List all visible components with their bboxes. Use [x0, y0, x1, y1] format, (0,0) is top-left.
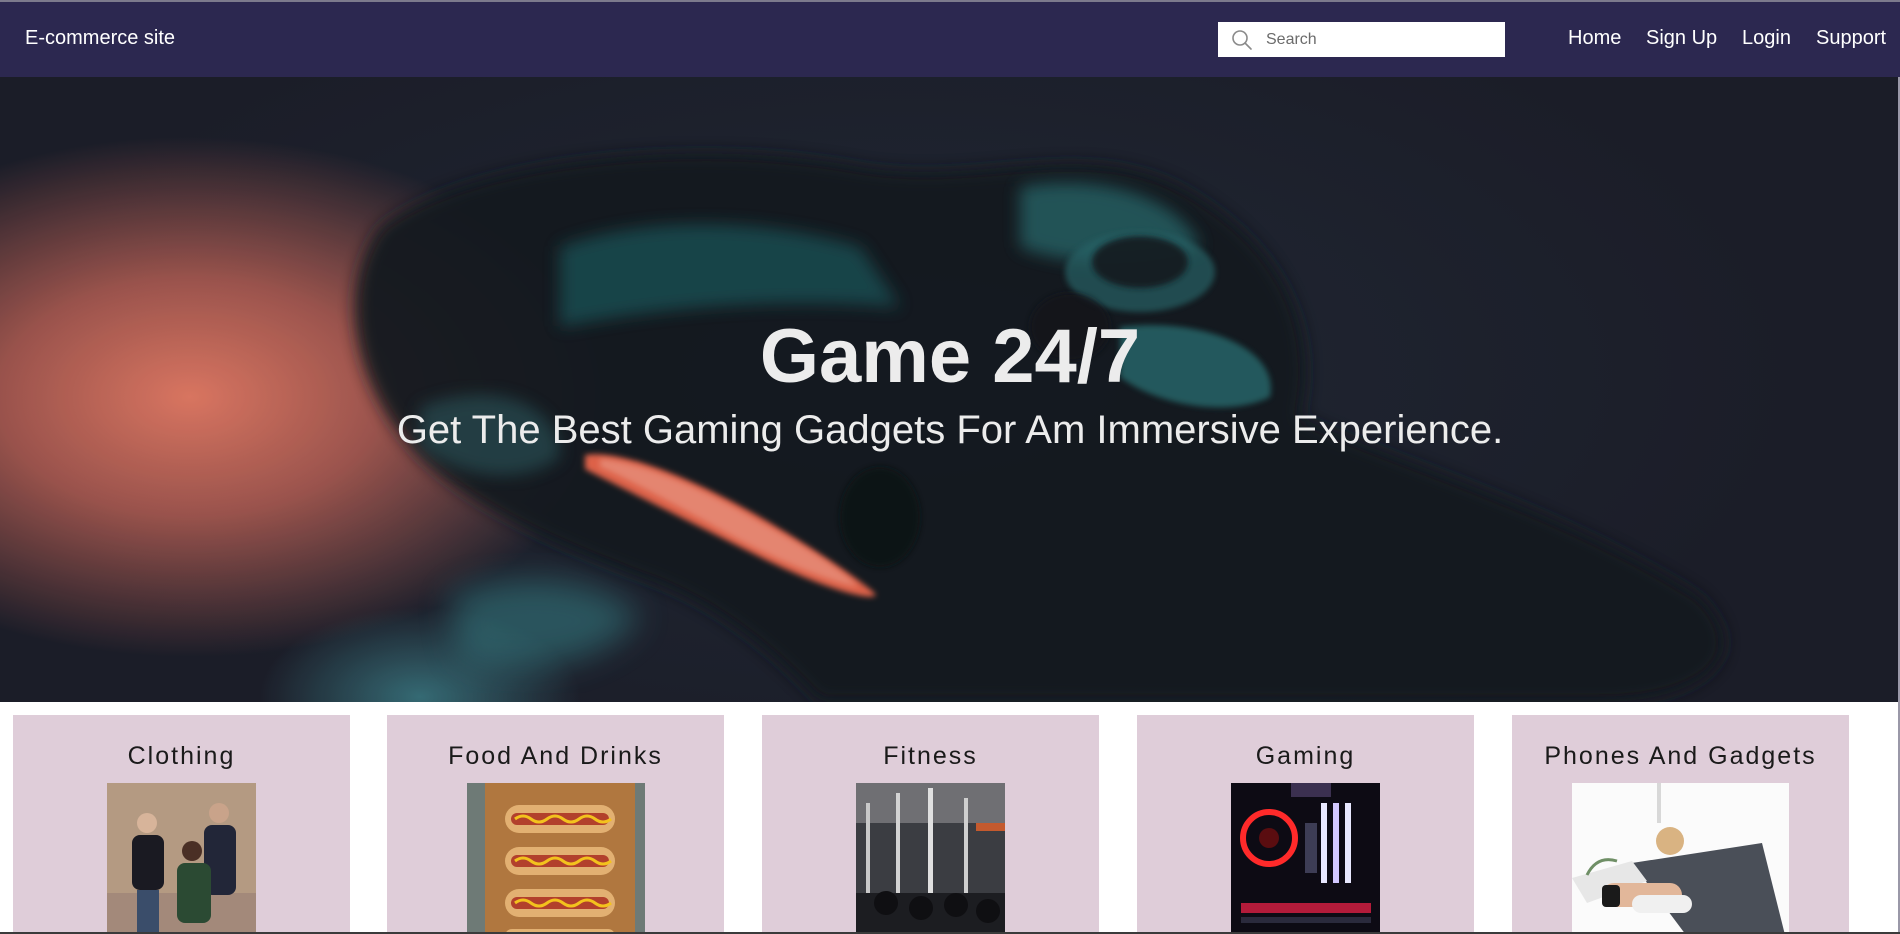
nav-home-link[interactable]: Home: [1568, 27, 1621, 50]
nav-links: Home Sign Up Login Support: [0, 27, 1900, 57]
hero-banner: Game 24/7 Get The Best Gaming Gadgets Fo…: [0, 77, 1900, 702]
nav-login-link[interactable]: Login: [1742, 27, 1791, 50]
hero-title: Game 24/7: [759, 314, 1141, 399]
category-title: Clothing: [127, 742, 236, 770]
clothing-image: [107, 783, 256, 934]
page: E-commerce site Home Sign Up Login Suppo…: [0, 0, 1900, 934]
phones-and-gadgets-image: [1572, 783, 1789, 934]
category-card-phones-and-gadgets[interactable]: Phones And Gadgets: [1512, 715, 1849, 934]
food-and-drinks-image: [467, 783, 645, 934]
hero-subtitle: Get The Best Gaming Gadgets For Am Immer…: [396, 408, 1504, 452]
category-card-clothing[interactable]: Clothing: [13, 715, 350, 934]
category-card-fitness[interactable]: Fitness: [762, 715, 1099, 934]
category-title: Fitness: [883, 742, 978, 770]
category-section: Clothing Food And Drinks Fitness Gaming …: [0, 702, 1900, 934]
category-title: Gaming: [1255, 742, 1356, 770]
nav-support-link[interactable]: Support: [1816, 27, 1886, 50]
category-title: Food And Drinks: [448, 742, 663, 770]
nav-signup-link[interactable]: Sign Up: [1646, 27, 1717, 50]
category-card-food-and-drinks[interactable]: Food And Drinks: [387, 715, 724, 934]
category-title: Phones And Gadgets: [1544, 742, 1817, 770]
top-navbar: E-commerce site Home Sign Up Login Suppo…: [0, 0, 1900, 77]
gaming-image: [1231, 783, 1380, 934]
category-card-gaming[interactable]: Gaming: [1137, 715, 1474, 934]
fitness-image: [856, 783, 1005, 934]
